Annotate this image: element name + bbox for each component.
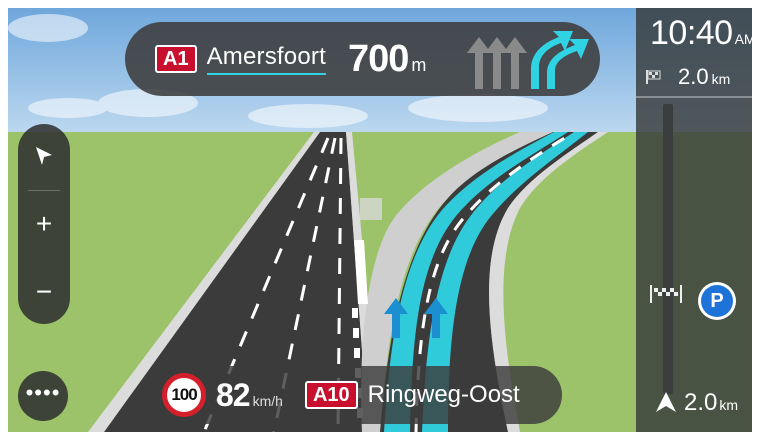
current-road-name: Ringweg-Oost	[367, 381, 520, 408]
map-controls: + −	[18, 124, 70, 324]
checkered-flag-icon	[646, 70, 661, 84]
switch-view-button[interactable]	[18, 132, 70, 180]
next-stop-distance: 2.0 km	[684, 389, 738, 417]
remaining-distance: 2.0 km	[646, 64, 746, 90]
zoom-in-button[interactable]: +	[18, 200, 70, 248]
instruction-distance-unit: m	[411, 54, 427, 75]
panel-divider	[636, 96, 752, 98]
current-speed-value: 82	[216, 376, 251, 413]
next-instruction-panel[interactable]: A1 Amersfoort 700 m	[125, 22, 600, 96]
arrival-time-value: 10:40	[650, 14, 733, 52]
zoom-out-button[interactable]: −	[18, 268, 70, 316]
navigation-screen: A1 Amersfoort 700 m 10:40 AM 2.0 km P 2.…	[8, 8, 752, 432]
main-menu-button[interactable]: ••••	[18, 371, 68, 421]
driving-status-bar[interactable]: 100 82 km/h A10 Ringweg-Oost	[154, 366, 562, 424]
parking-icon[interactable]: P	[698, 282, 736, 320]
parking-label: P	[701, 285, 733, 317]
control-separator	[28, 190, 60, 191]
route-progress-bar	[663, 104, 673, 394]
speed-limit-sign: 100	[162, 373, 206, 417]
remaining-distance-value: 2.0	[678, 64, 709, 89]
remaining-distance-unit: km	[711, 71, 731, 87]
next-stop-distance-value: 2.0	[684, 389, 718, 416]
current-road-badge: A10	[304, 381, 358, 409]
instruction-street-name: Amersfoort	[206, 43, 326, 75]
navigation-chevron-icon	[656, 392, 676, 412]
current-speed-unit: km/h	[252, 392, 283, 409]
arrival-time: 10:40 AM	[650, 14, 752, 53]
instruction-distance-value: 700	[347, 37, 409, 80]
instruction-road-badge: A1	[155, 45, 197, 73]
checkered-flag-icon	[650, 285, 682, 303]
instruction-distance: 700 m	[348, 38, 426, 81]
current-speed: 82 km/h	[216, 377, 283, 414]
next-stop-distance-unit: km	[719, 397, 739, 413]
arrow-cursor-icon	[36, 147, 52, 165]
arrival-time-ampm: AM	[734, 31, 752, 47]
lane-arrows-icon	[467, 31, 589, 89]
route-bar-panel[interactable]: 10:40 AM 2.0 km P 2.0 km	[636, 8, 752, 432]
